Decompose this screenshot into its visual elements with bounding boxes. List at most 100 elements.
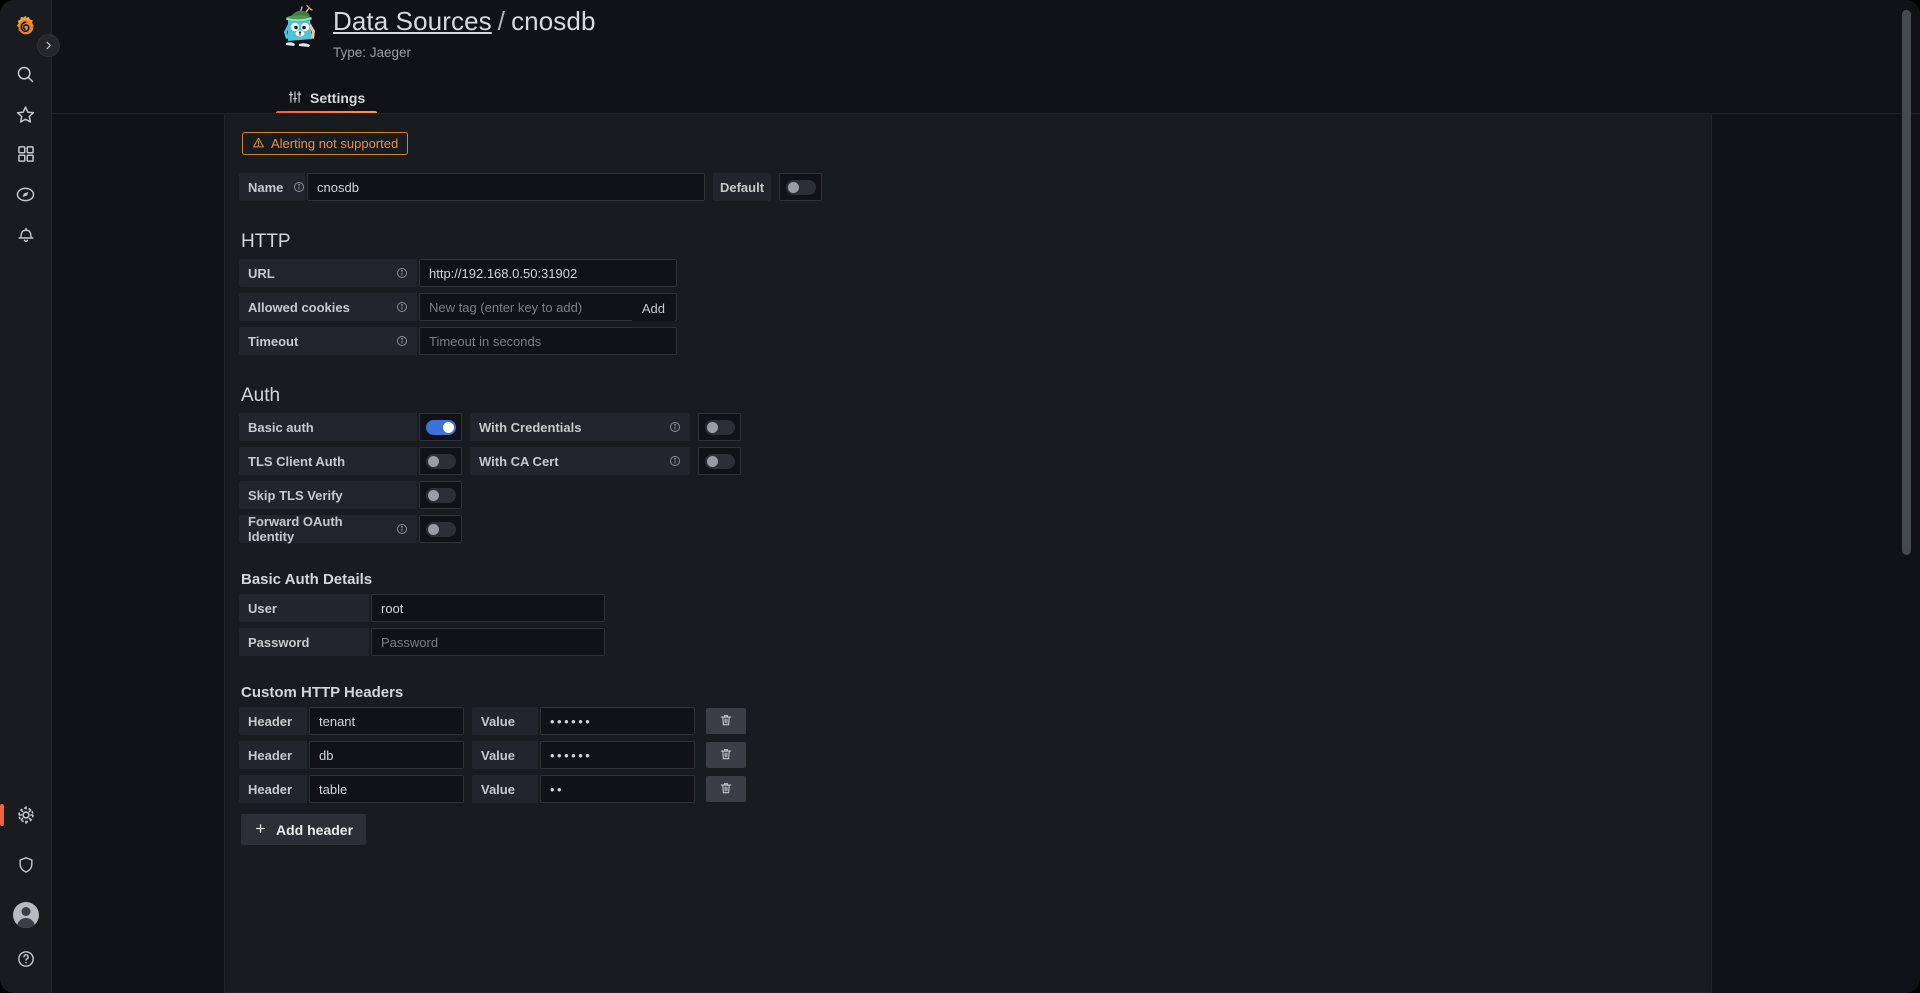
avatar — [12, 902, 39, 928]
forward-oauth-label: Forward OAuth Identity — [248, 514, 343, 544]
sidebar-item-explore[interactable] — [0, 174, 52, 214]
skip-tls-verify-label-cell: Skip TLS Verify — [239, 481, 417, 509]
header-value-input[interactable]: •• — [540, 775, 695, 803]
timeout-label: Timeout — [248, 333, 299, 349]
info-circle-icon[interactable] — [396, 523, 408, 535]
datasource-type-label: Type: Jaeger — [333, 45, 412, 60]
tls-client-auth-label: TLS Client Auth — [248, 453, 346, 469]
sidebar-item-profile[interactable] — [0, 895, 52, 935]
switch-knob — [442, 421, 454, 433]
add-cookie-tag-button[interactable]: Add — [631, 295, 675, 321]
info-circle-icon[interactable] — [669, 455, 681, 467]
name-input[interactable]: cnosdb — [307, 173, 705, 201]
password-input[interactable]: Password — [371, 628, 605, 656]
forward-oauth-label-cell: Forward OAuth Identity — [239, 514, 417, 544]
custom-header-row: Header db Value •••••• — [239, 741, 1711, 769]
dashboards-grid-icon — [16, 144, 36, 164]
header-value-input[interactable]: •••••• — [540, 707, 695, 735]
warning-triangle-icon — [252, 136, 265, 152]
delete-header-button[interactable] — [706, 708, 746, 734]
default-switch[interactable] — [785, 179, 816, 195]
header-value-input[interactable]: •••••• — [540, 741, 695, 769]
basic-auth-switch[interactable] — [425, 419, 456, 435]
sidebar-item-alerting[interactable] — [0, 214, 52, 254]
info-circle-icon[interactable] — [396, 301, 408, 313]
title-block: Data Sources / cnosdb Type: Jaeger — [333, 6, 596, 60]
with-ca-cert-toggle[interactable] — [698, 447, 741, 475]
with-credentials-label: With Credentials — [479, 419, 582, 435]
compass-icon — [15, 184, 36, 205]
sidebar-item-starred[interactable] — [0, 94, 52, 134]
default-toggle[interactable] — [779, 173, 822, 201]
info-circle-icon[interactable] — [396, 335, 408, 347]
custom-header-row: Header table Value •• — [239, 775, 1711, 803]
info-circle-icon[interactable] — [396, 267, 408, 279]
tab-settings[interactable]: Settings — [276, 82, 378, 114]
sidebar-item-help[interactable] — [0, 939, 52, 979]
sliders-icon — [288, 90, 302, 107]
tls-client-auth-toggle[interactable] — [419, 447, 462, 475]
tls-client-auth-switch[interactable] — [425, 453, 456, 469]
info-circle-icon[interactable] — [669, 421, 681, 433]
skip-tls-verify-label: Skip TLS Verify — [248, 487, 343, 503]
grafana-app-window: Data Sources / cnosdb Type: Jaeger Setting… — [0, 0, 1920, 993]
with-credentials-toggle[interactable] — [698, 413, 741, 441]
custom-header-row: Header tenant Value •••••• — [239, 707, 1711, 735]
password-label: Password — [248, 634, 310, 650]
forward-oauth-toggle[interactable] — [419, 515, 462, 543]
tab-settings-label: Settings — [310, 90, 366, 106]
page-scrollbar-track[interactable] — [1902, 0, 1916, 993]
password-row: Password Password — [239, 628, 1711, 656]
url-row: URL http://192.168.0.50:31902 — [239, 259, 1711, 287]
expand-sidebar-button[interactable] — [37, 34, 60, 57]
sidebar-item-configuration[interactable] — [0, 795, 52, 835]
allowed-cookies-row: Allowed cookies New tag (enter key to ad… — [239, 293, 1711, 321]
with-ca-cert-switch[interactable] — [704, 453, 735, 469]
switch-knob — [706, 455, 718, 467]
name-label-cell: Name — [239, 173, 305, 201]
url-label: URL — [248, 265, 275, 281]
settings-panel: Alerting not supported Name cnosdb Defau… — [224, 113, 1712, 993]
shield-icon — [16, 855, 36, 875]
name-row: Name cnosdb Default — [239, 173, 1711, 201]
http-section-heading: HTTP — [241, 231, 291, 252]
skip-tls-verify-toggle[interactable] — [419, 481, 462, 509]
alerting-not-supported-badge: Alerting not supported — [242, 132, 409, 155]
header-key-input[interactable]: db — [309, 741, 464, 769]
sidebar-item-search[interactable] — [0, 54, 52, 94]
help-circle-icon — [16, 949, 36, 969]
header-key-input[interactable]: table — [309, 775, 464, 803]
info-circle-icon[interactable] — [293, 181, 305, 193]
forward-oauth-switch[interactable] — [425, 521, 456, 537]
basic-auth-row: Basic auth With Credentials — [239, 413, 1711, 441]
main-sidebar — [0, 0, 60, 993]
delete-header-button[interactable] — [706, 742, 746, 768]
breadcrumb-parent-link[interactable]: Data Sources — [333, 6, 492, 36]
add-header-button[interactable]: Add header — [241, 814, 367, 845]
timeout-placeholder: Timeout in seconds — [429, 333, 542, 349]
allowed-cookies-label-cell: Allowed cookies — [239, 293, 417, 321]
header-value-label: Value — [472, 707, 538, 735]
default-label: Default — [713, 173, 771, 201]
delete-header-button[interactable] — [706, 776, 746, 802]
trash-icon — [719, 713, 733, 730]
with-credentials-switch[interactable] — [704, 419, 735, 435]
trash-icon — [719, 781, 733, 798]
user-input[interactable]: root — [371, 594, 605, 622]
basic-auth-toggle[interactable] — [419, 413, 462, 441]
page-scrollbar-thumb[interactable] — [1902, 10, 1911, 555]
basic-auth-details-heading: Basic Auth Details — [241, 571, 373, 588]
sidebar-item-server-admin[interactable] — [0, 845, 52, 885]
header-key-input[interactable]: tenant — [309, 707, 464, 735]
sidebar-item-dashboards[interactable] — [0, 134, 52, 174]
star-icon — [15, 104, 36, 125]
basic-auth-label: Basic auth — [248, 419, 314, 435]
timeout-input[interactable]: Timeout in seconds — [419, 327, 677, 355]
skip-tls-verify-switch[interactable] — [425, 487, 456, 503]
allowed-cookies-input[interactable]: New tag (enter key to add) Add — [419, 293, 677, 321]
password-placeholder: Password — [381, 634, 439, 650]
bell-icon — [16, 224, 36, 244]
switch-knob — [427, 523, 439, 535]
allowed-cookies-label: Allowed cookies — [248, 299, 350, 315]
url-input[interactable]: http://192.168.0.50:31902 — [419, 259, 677, 287]
